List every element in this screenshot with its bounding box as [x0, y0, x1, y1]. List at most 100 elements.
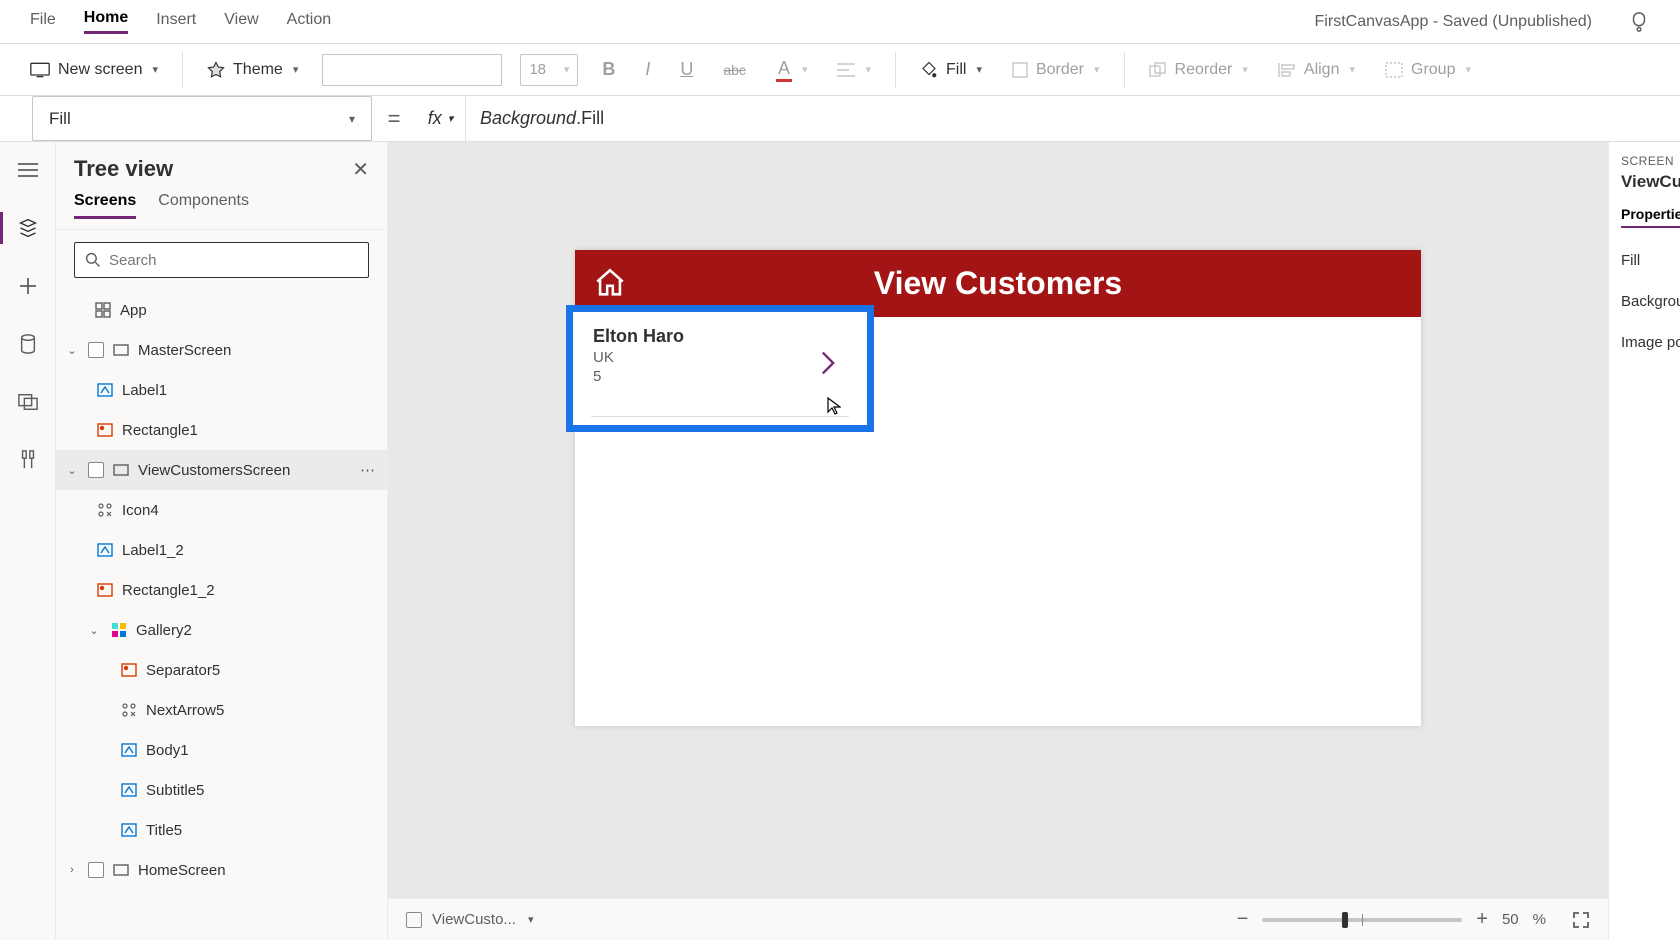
tree-node-label1[interactable]: Label1 [56, 370, 387, 410]
zoom-value: 50 [1502, 911, 1519, 928]
tree-node-app[interactable]: App [56, 290, 387, 330]
theme-button[interactable]: Theme ▾ [201, 57, 304, 83]
app-checker-icon[interactable] [1620, 11, 1650, 33]
menu-home[interactable]: Home [84, 9, 128, 34]
reorder-button[interactable]: Reorder ▾ [1143, 57, 1254, 83]
property-row-image-position[interactable]: Image posit [1621, 334, 1680, 351]
tab-screens[interactable]: Screens [74, 192, 136, 219]
text-align-button[interactable]: ▾ [831, 59, 877, 81]
tree-node-icon4[interactable]: Icon4 [56, 490, 387, 530]
screen-selector[interactable]: ViewCusto... ▾ [406, 911, 533, 928]
tree-node-nextarrow5[interactable]: NextArrow5 [56, 690, 387, 730]
label-icon [120, 741, 138, 759]
zoom-out-button[interactable]: − [1237, 908, 1249, 931]
tree-node-rectangle12[interactable]: Rectangle1_2 [56, 570, 387, 610]
formula-text-part1: Background [480, 108, 576, 128]
chevron-down-icon[interactable]: ⌄ [64, 464, 80, 477]
zoom-slider[interactable] [1262, 918, 1462, 922]
property-row-fill[interactable]: Fill [1621, 252, 1680, 269]
strikethrough-button[interactable]: abc [717, 58, 752, 82]
tree-node-gallery2[interactable]: ⌄ Gallery2 [56, 610, 387, 650]
close-icon[interactable]: ✕ [352, 157, 369, 182]
checkbox[interactable] [88, 862, 104, 878]
fill-label: Fill [946, 61, 966, 79]
app-screen[interactable]: View Customers Elton Haro UK 5 [575, 250, 1421, 726]
tree-node-subtitle5[interactable]: Subtitle5 [56, 770, 387, 810]
font-family-select[interactable] [322, 54, 502, 86]
menu-view[interactable]: View [224, 11, 258, 33]
more-icon[interactable]: ⋯ [360, 461, 377, 479]
properties-panel: SCREEN ViewCusto Properties Fill Backgro… [1608, 142, 1680, 940]
menu-file[interactable]: File [30, 11, 56, 33]
canvas-footer: ViewCusto... ▾ − + 50 % [388, 898, 1608, 940]
chevron-down-icon[interactable]: ⌄ [86, 624, 102, 637]
add-icon[interactable] [14, 272, 42, 300]
chevron-down-icon: ▾ [976, 63, 982, 76]
fill-button[interactable]: Fill ▾ [914, 57, 988, 83]
italic-button[interactable]: I [639, 55, 656, 84]
rectangle-icon [120, 661, 138, 679]
checkbox[interactable] [88, 462, 104, 478]
chevron-down-icon: ▾ [1349, 63, 1355, 76]
tab-components[interactable]: Components [158, 192, 249, 219]
formula-input[interactable]: Background.Fill [466, 108, 1680, 129]
tab-properties[interactable]: Properties [1621, 206, 1680, 228]
chevron-down-icon[interactable]: ⌄ [64, 344, 80, 357]
checkbox[interactable] [406, 912, 422, 928]
tree-node-label12[interactable]: Label1_2 [56, 530, 387, 570]
label-icon [96, 541, 114, 559]
chevron-down-icon: ▾ [802, 63, 808, 76]
menu-insert[interactable]: Insert [156, 11, 196, 33]
fullscreen-icon[interactable] [1572, 911, 1590, 929]
ribbon-toolbar: New screen ▾ Theme ▾ 18 ▾ B I U abc A ▾ … [0, 44, 1680, 96]
canvas-area: View Customers Elton Haro UK 5 [388, 142, 1608, 940]
tree-node-homescreen[interactable]: › HomeScreen [56, 850, 387, 890]
tree-view-icon[interactable] [14, 214, 42, 242]
search-icon [85, 252, 101, 268]
hamburger-icon[interactable] [14, 156, 42, 184]
fx-button[interactable]: fx ▾ [416, 96, 466, 141]
tree-node-title5[interactable]: Title5 [56, 810, 387, 850]
screen-icon [112, 461, 130, 479]
canvas[interactable]: View Customers Elton Haro UK 5 [388, 142, 1608, 898]
search-box[interactable] [74, 242, 369, 278]
new-screen-button[interactable]: New screen ▾ [24, 57, 164, 83]
checkbox[interactable] [88, 342, 104, 358]
zoom-pct-symbol: % [1533, 911, 1546, 928]
chevron-down-icon: ▾ [1094, 63, 1100, 76]
tree-node-separator5[interactable]: Separator5 [56, 650, 387, 690]
left-rail [0, 142, 56, 940]
tree-label: MasterScreen [138, 342, 231, 359]
search-input[interactable] [109, 252, 358, 269]
zoom-in-button[interactable]: + [1476, 908, 1488, 931]
menu-action[interactable]: Action [287, 11, 331, 33]
screen-selector-label: ViewCusto... [432, 911, 516, 928]
media-icon[interactable] [14, 388, 42, 416]
icon-control-icon [120, 701, 138, 719]
next-arrow-icon[interactable] [819, 350, 837, 376]
property-selector[interactable]: Fill ▾ [32, 96, 372, 141]
tree-node-masterscreen[interactable]: ⌄ MasterScreen [56, 330, 387, 370]
property-row-background[interactable]: Background [1621, 293, 1680, 310]
tree-node-rectangle1[interactable]: Rectangle1 [56, 410, 387, 450]
border-button[interactable]: Border ▾ [1006, 57, 1106, 83]
bold-button[interactable]: B [596, 55, 621, 84]
formula-bar: Fill ▾ = fx ▾ Background.Fill [0, 96, 1680, 142]
data-icon[interactable] [14, 330, 42, 358]
menu-bar: File Home Insert View Action FirstCanvas… [0, 0, 1680, 44]
underline-button[interactable]: U [674, 55, 699, 84]
home-icon[interactable] [593, 266, 627, 300]
align-button[interactable]: Align ▾ [1272, 57, 1361, 83]
tree-node-viewcustomersscreen[interactable]: ⌄ ViewCustomersScreen ⋯ [56, 450, 387, 490]
font-size-select[interactable]: 18 ▾ [520, 54, 578, 86]
advanced-tools-icon[interactable] [14, 446, 42, 474]
tree-node-body1[interactable]: Body1 [56, 730, 387, 770]
chevron-right-icon[interactable]: › [64, 864, 80, 876]
label-icon [120, 821, 138, 839]
gallery-separator [591, 416, 849, 417]
font-color-button[interactable]: A ▾ [770, 54, 814, 86]
group-button[interactable]: Group ▾ [1379, 57, 1477, 83]
tree-label: Icon4 [122, 502, 159, 519]
element-type-label: SCREEN [1621, 154, 1680, 168]
gallery-item-selected[interactable]: Elton Haro UK 5 [566, 305, 874, 432]
